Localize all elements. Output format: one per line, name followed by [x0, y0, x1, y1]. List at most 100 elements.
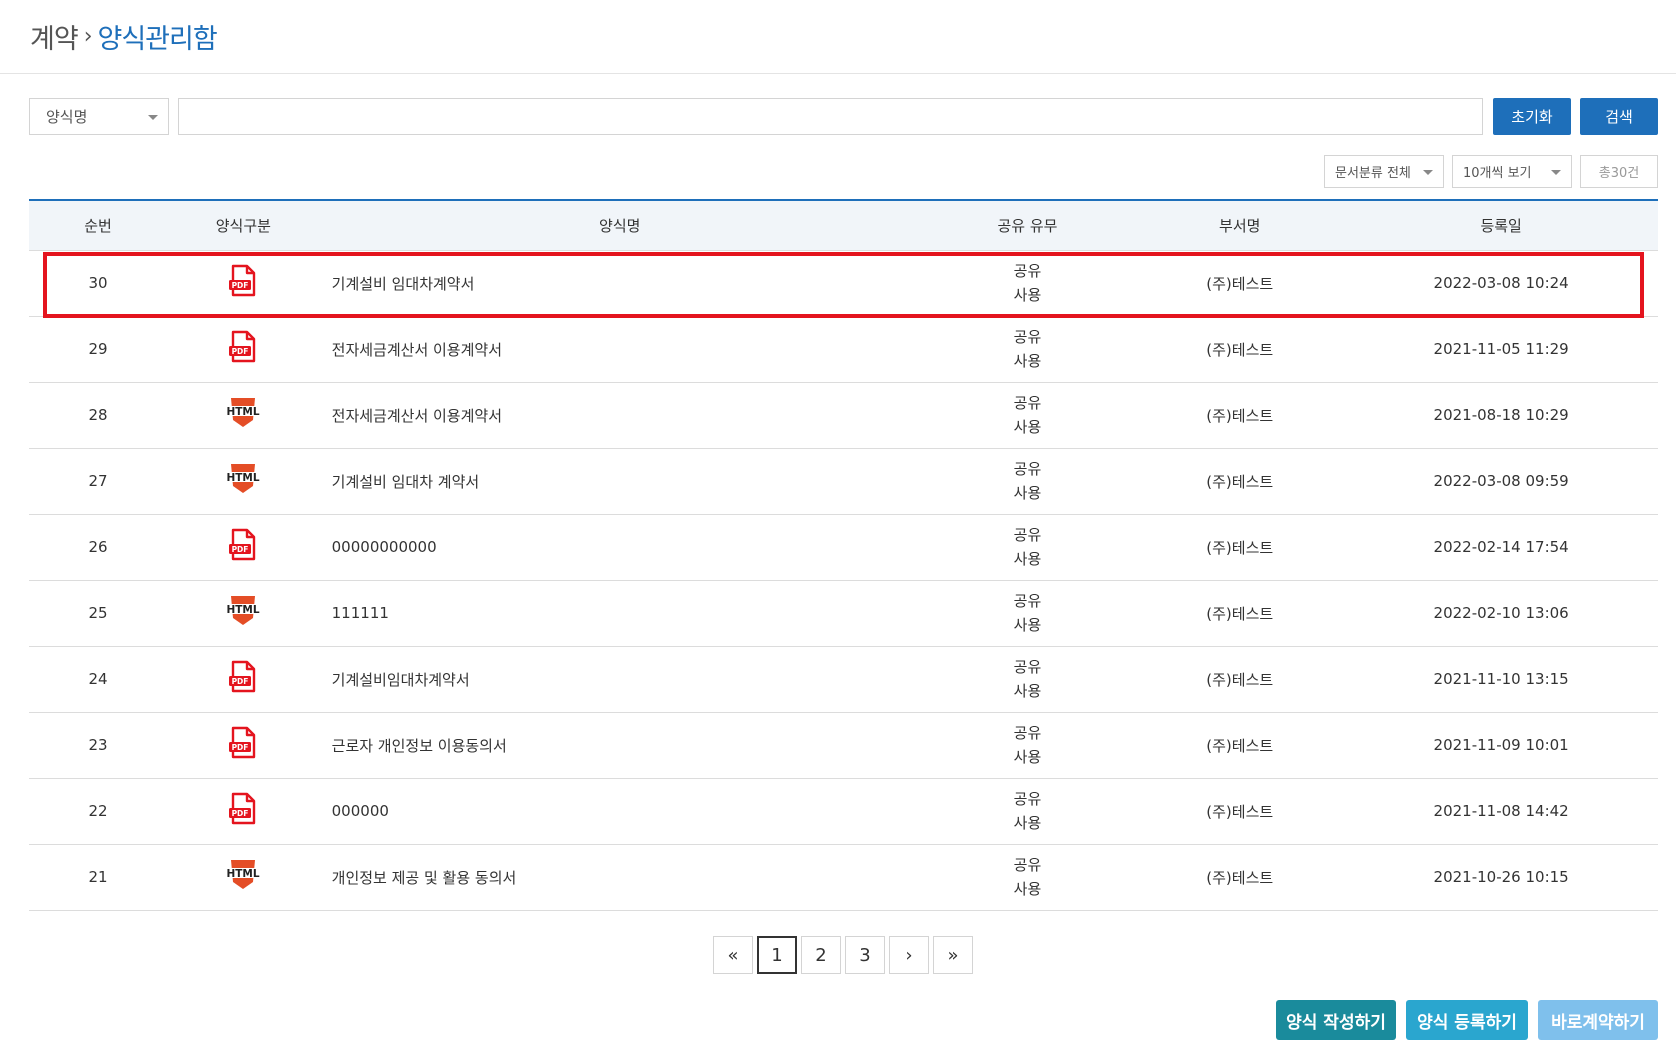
row-form-name[interactable]: 근로자 개인정보 이용동의서 [319, 712, 920, 779]
row-share-status: 공유 [1013, 592, 1042, 610]
row-form-name[interactable]: 개인정보 제공 및 활용 동의서 [319, 844, 920, 911]
row-no: 22 [29, 778, 167, 845]
row-form-name[interactable]: 111111 [319, 580, 920, 647]
row-use-status: 사용 [1013, 814, 1042, 832]
row-date: 2022-02-10 13:06 [1344, 580, 1658, 647]
header-type: 양식구분 [167, 200, 320, 251]
write-form-button[interactable]: 양식 작성하기 [1276, 1000, 1396, 1040]
row-share: 공유사용 [919, 514, 1136, 581]
row-share-status: 공유 [1013, 856, 1042, 874]
row-share: 공유 사용 [919, 646, 1136, 713]
category-select[interactable]: 문서분류 전체 [1324, 155, 1444, 188]
row-form-name[interactable]: 000000 [319, 778, 920, 845]
row-dept: (주)테스트 [1135, 514, 1345, 581]
search-field-label: 양식명 [46, 108, 88, 126]
row-dept: (주)테스트 [1135, 844, 1345, 911]
row-form-name[interactable]: 00000000000 [319, 514, 920, 581]
row-date: 2022-02-14 17:54 [1344, 514, 1658, 581]
direct-contract-button[interactable]: 바로계약하기 [1538, 1000, 1658, 1040]
row-form-name[interactable]: 전자세금계산서 이용계약서 [319, 382, 920, 449]
table-row[interactable]: 25 HTML 111111 공유 사용 (주)테스트 2022-02-10 13:06 [29, 580, 1658, 647]
row-use-status: 사용 [1013, 616, 1042, 634]
row-date: 2021-11-05 11:29 [1344, 316, 1658, 383]
row-share-status: 공유 [1013, 394, 1042, 412]
html5-icon: HTML [225, 398, 262, 427]
next-page-button[interactable]: › [889, 936, 929, 974]
row-share: 공유사용 [919, 844, 1136, 911]
row-share-status: 공유 [1013, 328, 1042, 346]
row-share-status: 공유 [1013, 790, 1042, 808]
row-dept: (주)테스트 [1135, 580, 1345, 647]
table-row[interactable]: 29 PDF 전자세금계산서 이용계약서 공유 사용 (주)테스트 2021-11-05 1… [29, 316, 1658, 383]
page-2-button[interactable]: 2 [801, 936, 841, 974]
row-no: 21 [29, 844, 167, 911]
table-body: 30 PDF 기계설비 임대차계약서 공유 사용 (주)테스트 2022-03-08 10:… [29, 250, 1658, 911]
search-field-select[interactable]: 양식명 [29, 98, 169, 135]
row-date: 2021-08-18 10:29 [1344, 382, 1658, 449]
first-page-button[interactable]: « [713, 936, 753, 974]
html5-icon: HTML [225, 464, 262, 493]
register-form-button[interactable]: 양식 등록하기 [1406, 1000, 1528, 1040]
row-no: 23 [29, 712, 167, 779]
reset-button[interactable]: 초기화 [1493, 98, 1571, 135]
pdf-file-icon: PDF [227, 660, 259, 694]
row-use-status: 사용 [1013, 880, 1042, 898]
filter-bar: 문서분류 전체 10개씩 보기 총30건 [1324, 155, 1658, 188]
header-share: 공유 유무 [919, 200, 1136, 251]
row-form-name[interactable]: 전자세금계산서 이용계약서 [319, 316, 920, 383]
pdf-file-icon: PDF [229, 726, 256, 759]
search-button[interactable]: 검색 [1580, 98, 1658, 135]
total-count: 총30건 [1580, 155, 1658, 188]
row-share-status: 공유 [1013, 262, 1042, 280]
row-share: 공유사용 [919, 778, 1136, 845]
table-row[interactable]: 27 HTML 기계설비 임대차 계약서 공유 사용 (주)테스트 2022-03-08 0… [29, 448, 1658, 515]
svg-text:HTML: HTML [227, 472, 260, 484]
page-header: 계약 › 양식관리함 [0, 0, 1676, 74]
last-page-button[interactable]: » [933, 936, 973, 974]
row-dept: (주)테스트 [1135, 712, 1345, 779]
row-dept: (주)테스트 [1135, 448, 1345, 515]
table-row[interactable]: 24 PDF 기계설비임대차계약서 공유 사용 (주)테스트 2021-11-10 13:1… [29, 646, 1658, 713]
row-form-name[interactable]: 기계설비 임대차 계약서 [319, 448, 920, 515]
row-share-status: 공유 [1013, 460, 1042, 478]
page-size-select[interactable]: 10개씩 보기 [1452, 155, 1572, 188]
page-1-button[interactable]: 1 [757, 936, 797, 974]
table-row[interactable]: 23 PDF 근로자 개인정보 이용동의서 공유 사용 (주)테스트 2021-11-09 … [29, 712, 1658, 779]
row-no: 27 [29, 448, 167, 515]
table-row[interactable]: 26 PDF 00000000000 공유 사용 (주)테스트 2022-02-14 17:… [29, 514, 1658, 581]
row-no: 24 [29, 646, 167, 713]
pdf-file-icon: PDF [229, 528, 256, 561]
pdf-file-icon: PDF [229, 330, 256, 363]
page-3-button[interactable]: 3 [845, 936, 885, 974]
row-dept: (주)테스트 [1135, 646, 1345, 713]
caret-down-icon [148, 114, 158, 120]
header-name: 양식명 [319, 200, 920, 251]
row-type: PDF [167, 646, 320, 713]
row-date: 2021-11-09 10:01 [1344, 712, 1658, 779]
row-dept: (주)테스트 [1135, 316, 1345, 383]
row-share-status: 공유 [1013, 658, 1042, 676]
row-share: 공유사용 [919, 382, 1136, 449]
row-use-status: 사용 [1013, 550, 1042, 568]
row-use-status: 사용 [1013, 484, 1042, 502]
row-use-status: 사용 [1013, 418, 1042, 436]
row-no: 28 [29, 382, 167, 449]
svg-text:PDF: PDF [232, 281, 249, 290]
row-type: PDF [167, 712, 320, 779]
row-share-status: 공유 [1013, 526, 1042, 544]
row-type: HTML [167, 844, 320, 911]
pdf-file-icon: PDF [227, 330, 259, 364]
table-row[interactable]: 21 HTML 개인정보 제공 및 활용 동의서 공유 사용 (주)테스트 2021-10-… [29, 844, 1658, 911]
html5-icon: HTML [225, 860, 262, 889]
svg-text:PDF: PDF [232, 347, 249, 356]
svg-text:PDF: PDF [232, 743, 249, 752]
breadcrumb-root[interactable]: 계약 [30, 17, 79, 56]
pdf-file-icon: PDF [227, 726, 259, 760]
row-form-name[interactable]: 기계설비 임대차계약서 [319, 250, 920, 317]
table-row[interactable]: 28 HTML 전자세금계산서 이용계약서 공유 사용 (주)테스트 2021-08-18 … [29, 382, 1658, 449]
table-row[interactable]: 22 PDF 000000 공유 사용 (주)테스트 2021-11-08 14:42 [29, 778, 1658, 845]
row-form-name[interactable]: 기계설비임대차계약서 [319, 646, 920, 713]
category-select-label: 문서분류 전체 [1335, 166, 1411, 181]
search-input[interactable] [178, 98, 1483, 135]
table-row[interactable]: 30 PDF 기계설비 임대차계약서 공유 사용 (주)테스트 2022-03-08 10:… [29, 250, 1658, 317]
